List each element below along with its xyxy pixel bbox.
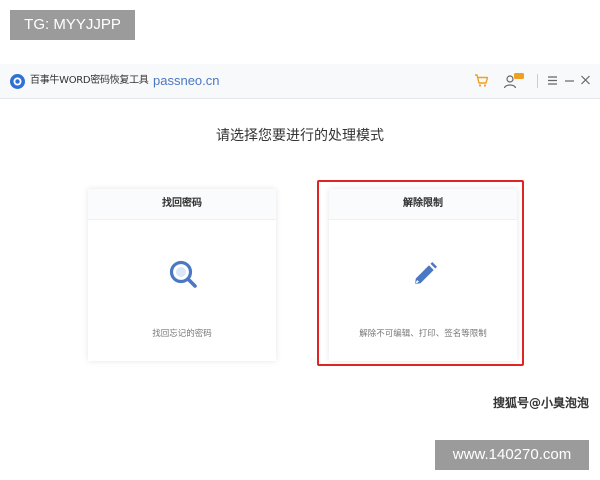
card-description: 找回忘记的密码	[152, 329, 212, 339]
search-icon	[169, 260, 197, 288]
recover-password-card[interactable]: 找回密码 找回忘记的密码	[88, 189, 276, 361]
minimize-icon[interactable]	[564, 73, 575, 87]
app-url-link[interactable]: passneo.cn	[153, 71, 220, 91]
cart-icon[interactable]	[474, 73, 489, 88]
selection-highlight-box	[317, 180, 524, 366]
sohu-watermark: 搜狐号@小臭泡泡	[493, 396, 590, 410]
app-logo-icon	[10, 74, 25, 89]
user-badge-icon[interactable]	[503, 73, 525, 89]
site-watermark-label: www.140270.com	[435, 440, 589, 470]
title-bar: 百事牛WORD密码恢复工具 passneo.cn	[0, 64, 600, 99]
mode-prompt: 请选择您要进行的处理模式	[216, 128, 384, 144]
close-icon[interactable]	[580, 73, 591, 87]
card-title: 找回密码	[88, 189, 276, 220]
menu-icon[interactable]	[547, 73, 558, 87]
app-title: 百事牛WORD密码恢复工具	[30, 75, 149, 86]
tg-watermark-label: TG: MYYJJPP	[10, 10, 135, 40]
titlebar-separator	[537, 74, 538, 88]
